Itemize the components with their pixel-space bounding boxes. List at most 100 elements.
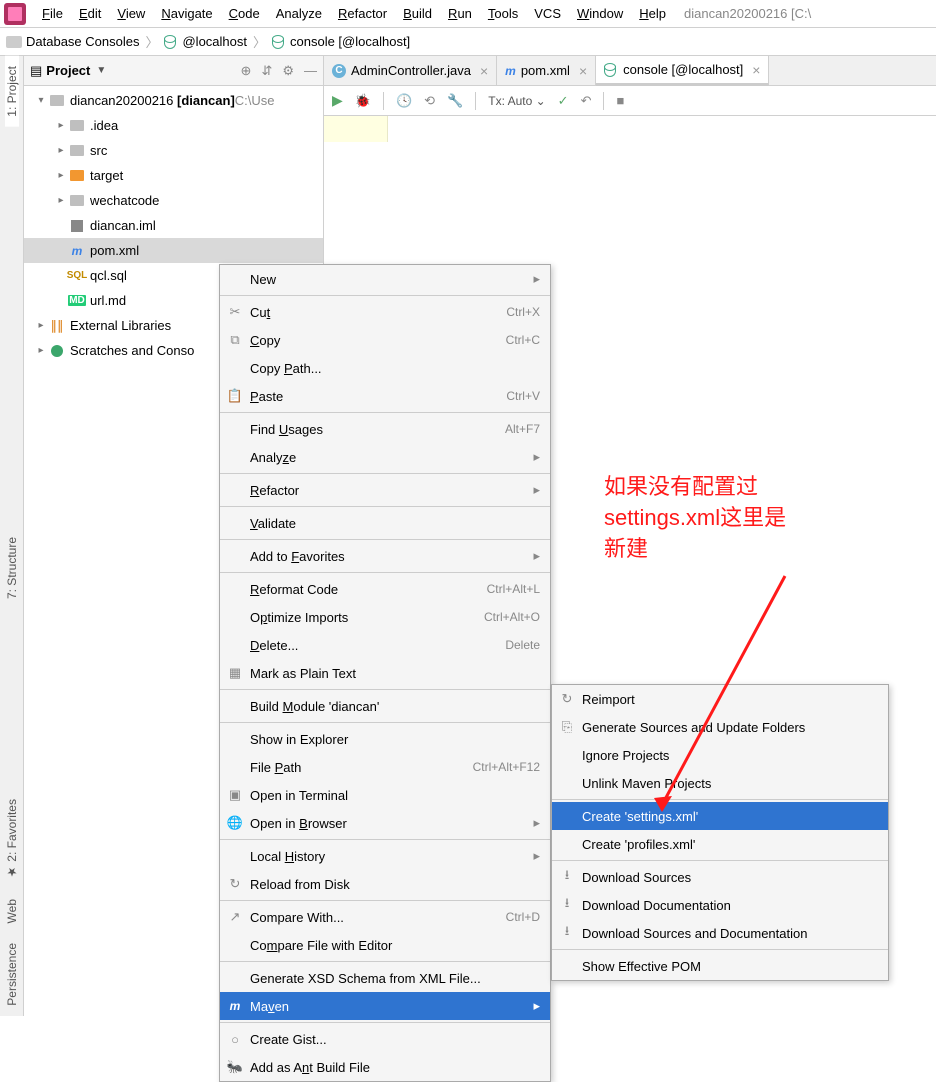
menu-item[interactable]: Reformat CodeCtrl+Alt+L [220, 575, 550, 603]
menu-item[interactable]: Validate [220, 509, 550, 537]
menu-item[interactable]: Show Effective POM [552, 952, 888, 980]
tree-item[interactable]: ▾diancan20200216 [diancan] C:\Use [24, 88, 323, 113]
folder-icon [6, 36, 22, 48]
menu-navigate[interactable]: Navigate [153, 0, 220, 28]
context-menu[interactable]: New▸ ✂CutCtrl+X⧉CopyCtrl+CCopy Path...📋Pa… [219, 264, 551, 1082]
app-icon [4, 3, 26, 25]
menu-item[interactable]: New▸ [220, 265, 550, 293]
menu-item[interactable]: ✂CutCtrl+X [220, 298, 550, 326]
menu-item[interactable]: ○Create Gist... [220, 1025, 550, 1053]
menu-tools[interactable]: Tools [480, 0, 526, 28]
commit-icon[interactable]: ✓ [558, 93, 569, 109]
menu-item[interactable]: File PathCtrl+Alt+F12 [220, 753, 550, 781]
datasource-icon [164, 35, 178, 49]
project-path-hint: diancan20200216 [C:\ [684, 6, 811, 21]
menu-help[interactable]: Help [631, 0, 674, 28]
menu-item[interactable]: Unlink Maven Projects [552, 769, 888, 797]
breadcrumb-part[interactable]: @localhost [182, 34, 247, 49]
menu-view[interactable]: View [109, 0, 153, 28]
tool-window-icon: ▤ [30, 63, 42, 79]
menu-item[interactable]: ⎘Generate Sources and Update Folders [552, 713, 888, 741]
menu-item[interactable]: ⭳Download Sources and Documentation [552, 919, 888, 947]
menu-item[interactable]: Optimize ImportsCtrl+Alt+O [220, 603, 550, 631]
editor-body[interactable] [324, 116, 936, 142]
menu-item[interactable]: Refactor▸ [220, 476, 550, 504]
toolstrip-tab-project[interactable]: 1: Project [5, 56, 19, 127]
menu-item[interactable]: Build Module 'diancan' [220, 692, 550, 720]
tool-window-header: ▤ Project ▼ ⊕ ⇵ ⚙ — [24, 56, 323, 86]
menu-item[interactable]: ⭳Download Documentation [552, 891, 888, 919]
breadcrumb-part[interactable]: Database Consoles [26, 34, 139, 49]
menu-item[interactable]: Compare File with Editor [220, 931, 550, 959]
scroll-target-icon[interactable]: ⊕ [241, 63, 252, 79]
menu-item[interactable]: Find UsagesAlt+F7 [220, 415, 550, 443]
menu-analyze[interactable]: Analyze [268, 0, 330, 28]
menu-edit[interactable]: Edit [71, 0, 109, 28]
close-icon[interactable]: × [476, 63, 488, 79]
breadcrumb-sep: 〉 [251, 32, 268, 51]
menu-item[interactable]: ▣Open in Terminal [220, 781, 550, 809]
tree-item[interactable]: ▸.idea [24, 113, 323, 138]
left-tool-strip: 1: Project 7: Structure ★ 2: Favorites W… [0, 56, 24, 1016]
tool-window-buttons: ⊕ ⇵ ⚙ — [241, 63, 317, 79]
tree-item[interactable]: diancan.iml [24, 213, 323, 238]
tree-item[interactable]: ▸target [24, 163, 323, 188]
editor-tab[interactable]: CAdminController.java× [324, 56, 497, 85]
menu-item[interactable]: Local History▸ [220, 842, 550, 870]
menu-item[interactable]: Create 'profiles.xml' [552, 830, 888, 858]
tree-item[interactable]: mpom.xml [24, 238, 323, 263]
explain-icon[interactable]: 🐞 [355, 93, 371, 109]
menu-item[interactable]: Ignore Projects [552, 741, 888, 769]
breadcrumb-part[interactable]: console [@localhost] [290, 34, 410, 49]
editor-tab[interactable]: console [@localhost]× [596, 56, 769, 86]
menu-window[interactable]: Window [569, 0, 631, 28]
history-icon[interactable]: 🕓 [396, 93, 412, 109]
close-icon[interactable]: × [748, 62, 760, 78]
menu-item[interactable]: Delete...Delete [220, 631, 550, 659]
rollback-icon[interactable]: ⟲ [424, 93, 435, 109]
stop-icon[interactable]: ■ [616, 93, 624, 108]
menu-item[interactable]: ⧉CopyCtrl+C [220, 326, 550, 354]
tree-item[interactable]: ▸src [24, 138, 323, 163]
menu-run[interactable]: Run [440, 0, 480, 28]
menu-item[interactable]: ⭳Download Sources [552, 863, 888, 891]
hide-icon[interactable]: — [304, 63, 317, 79]
menu-build[interactable]: Build [395, 0, 440, 28]
menu-item[interactable]: Create 'settings.xml' [552, 802, 888, 830]
menu-item[interactable]: ↗Compare With...Ctrl+D [220, 903, 550, 931]
menu-item[interactable]: ▦Mark as Plain Text [220, 659, 550, 687]
menu-file[interactable]: File [34, 0, 71, 28]
menu-item[interactable]: ↻Reimport [552, 685, 888, 713]
gear-icon[interactable]: ⚙ [282, 63, 294, 79]
menu-item[interactable]: 🌐Open in Browser▸ [220, 809, 550, 837]
toolstrip-tab-persistence[interactable]: Persistence [5, 933, 19, 1016]
annotation-text: 如果没有配置过 settings.xml这里是 新建 [604, 472, 786, 564]
toolstrip-tab-favorites[interactable]: ★ 2: Favorites [5, 789, 19, 889]
close-icon[interactable]: × [575, 63, 587, 79]
tree-item[interactable]: ▸wechatcode [24, 188, 323, 213]
menu-item[interactable]: Generate XSD Schema from XML File... [220, 964, 550, 992]
undo-icon[interactable]: ↶ [581, 93, 592, 109]
menu-vcs[interactable]: VCS [526, 0, 569, 28]
editor-gutter [324, 116, 388, 142]
collapse-all-icon[interactable]: ⇵ [261, 63, 272, 79]
tx-mode-selector[interactable]: Tx: Auto ⌄ [488, 94, 545, 108]
toolstrip-tab-web[interactable]: Web [5, 889, 19, 933]
menu-item[interactable]: 🐜Add as Ant Build File [220, 1053, 550, 1081]
toolstrip-tab-structure[interactable]: 7: Structure [5, 527, 19, 609]
menu-item[interactable]: 📋PasteCtrl+V [220, 382, 550, 410]
menu-item[interactable]: Analyze▸ [220, 443, 550, 471]
menu-refactor[interactable]: Refactor [330, 0, 395, 28]
menu-item[interactable]: Show in Explorer [220, 725, 550, 753]
menu-item[interactable]: Copy Path... [220, 354, 550, 382]
wrench-icon[interactable]: 🔧 [447, 93, 463, 109]
menu-code[interactable]: Code [221, 0, 268, 28]
editor-tab[interactable]: mpom.xml× [497, 56, 596, 85]
maven-submenu[interactable]: ↻Reimport⎘Generate Sources and Update Fo… [551, 684, 889, 981]
menu-item[interactable]: ↻Reload from Disk [220, 870, 550, 898]
dropdown-icon[interactable]: ▼ [96, 65, 106, 76]
run-icon[interactable]: ▶ [332, 92, 343, 109]
tool-window-title[interactable]: Project [46, 63, 90, 78]
menu-item[interactable]: Add to Favorites▸ [220, 542, 550, 570]
main-menu-bar: FileEditViewNavigateCodeAnalyzeRefactorB… [0, 0, 936, 28]
